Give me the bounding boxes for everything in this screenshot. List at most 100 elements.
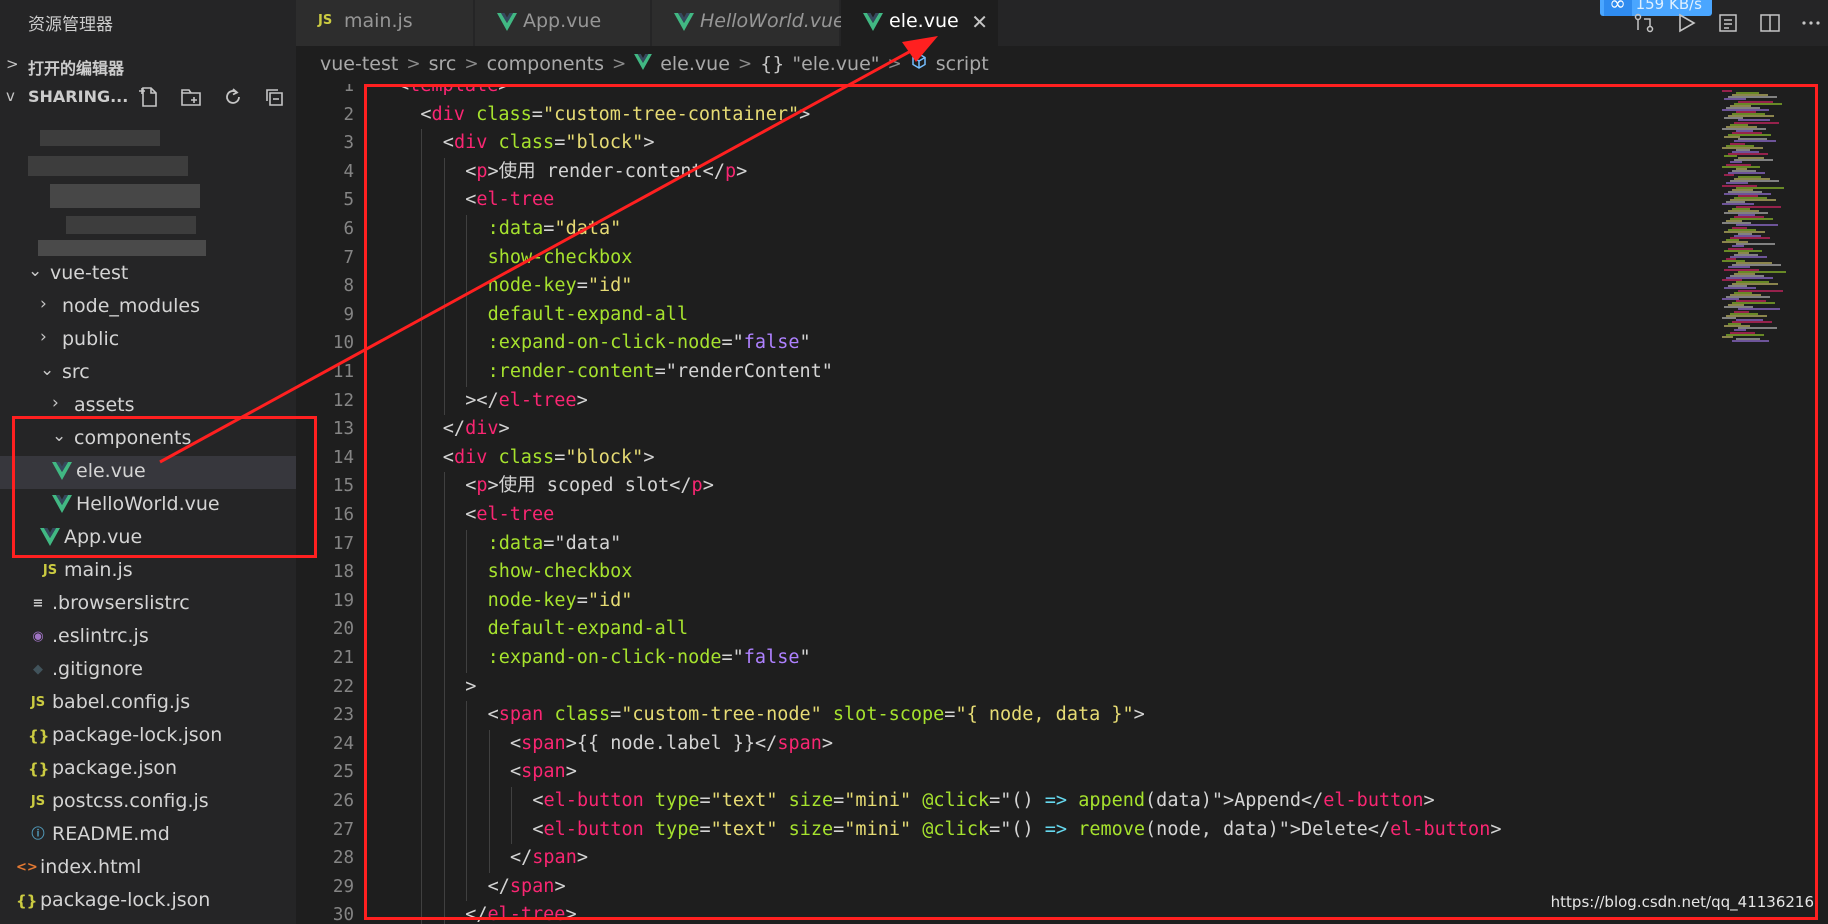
tree-item[interactable]: ≡ .browserslistrc: [0, 588, 296, 621]
tab-bar: JS main.js App.vue HelloWorld.vue ele.vu…: [296, 0, 1828, 46]
line-number: 1: [343, 84, 354, 96]
line-number: 29: [332, 876, 354, 897]
line-number: 30: [332, 905, 354, 924]
workspace-section[interactable]: v SHARING...: [0, 82, 296, 112]
annotation-rectangle-code: [364, 84, 1818, 920]
vue-file-icon: [634, 53, 653, 75]
file-tree: ⌄ vue-test › node_modules › public ⌄ src › assets…: [0, 258, 296, 918]
tree-item[interactable]: ◉ .eslintrc.js: [0, 621, 296, 654]
more-actions-icon[interactable]: [1800, 11, 1822, 35]
breadcrumb-last[interactable]: script: [936, 53, 989, 75]
breadcrumb-item[interactable]: vue-test: [320, 53, 398, 75]
tree-item-label: postcss.config.js: [52, 790, 209, 812]
tree-item[interactable]: JS postcss.config.js: [0, 786, 296, 819]
tab-label: ele.vue: [889, 10, 959, 32]
open-editors-label: 打开的编辑器: [28, 59, 125, 78]
tree-item[interactable]: JS main.js: [0, 555, 296, 588]
workspace-label: SHARING...: [28, 87, 129, 106]
tree-item[interactable]: ◆ .gitignore: [0, 654, 296, 687]
breadcrumb-item[interactable]: components: [487, 53, 604, 75]
line-number: 6: [343, 219, 354, 239]
breadcrumb-separator: >: [611, 53, 627, 74]
tree-item-label: .browserslistrc: [52, 592, 190, 614]
breadcrumb-item[interactable]: src: [429, 53, 457, 75]
tree-item[interactable]: JS babel.config.js: [0, 687, 296, 720]
tree-item[interactable]: <> index.html: [0, 852, 296, 885]
chevron-down-icon: ⌄: [28, 261, 43, 281]
line-number: 4: [343, 161, 354, 182]
tree-item-label: src: [62, 361, 90, 383]
info-file-icon: ⓘ: [31, 827, 45, 842]
tab-main-js[interactable]: JS main.js: [296, 0, 474, 46]
annotation-rectangle-tree: [12, 416, 317, 558]
breadcrumb-separator: >: [737, 53, 753, 74]
eslint-file-icon: ◉: [32, 629, 44, 644]
tab-app-vue[interactable]: App.vue: [475, 0, 651, 46]
source-control-compare-icon[interactable]: [1632, 11, 1656, 35]
tree-item-label: .gitignore: [52, 658, 143, 680]
tree-item-label: node_modules: [62, 295, 201, 317]
line-number: 21: [332, 648, 354, 668]
tree-item[interactable]: ⌄ src: [0, 357, 296, 390]
breadcrumb-separator: >: [464, 53, 479, 74]
chevron-right-icon: >: [6, 55, 19, 73]
new-file-icon[interactable]: [136, 85, 162, 109]
split-editor-icon[interactable]: [1758, 11, 1782, 35]
js-file-icon: JS: [42, 563, 58, 578]
js-file-icon: JS: [318, 13, 333, 28]
tree-item-label: package-lock.json: [40, 889, 211, 911]
line-number: 5: [343, 190, 354, 211]
tree-item[interactable]: › node_modules: [0, 291, 296, 324]
tree-item[interactable]: {} package-lock.json: [0, 720, 296, 753]
blurred-content: [18, 112, 218, 260]
tab-label: App.vue: [523, 10, 602, 32]
json-file-icon: {}: [28, 727, 50, 745]
open-preview-icon[interactable]: [1716, 11, 1740, 35]
line-number: 26: [332, 791, 354, 811]
tree-item[interactable]: ⓘ README.md: [0, 819, 296, 852]
breadcrumb-symbol[interactable]: "ele.vue": [792, 53, 879, 75]
refresh-icon[interactable]: [220, 85, 246, 109]
chevron-right-icon: ›: [52, 393, 59, 413]
breadcrumb-file[interactable]: ele.vue: [660, 53, 730, 75]
tree-item[interactable]: {} package-lock.json: [0, 885, 296, 918]
close-icon[interactable]: ✕: [971, 10, 988, 34]
chevron-right-icon: ›: [40, 294, 47, 314]
tab-helloworld-vue[interactable]: HelloWorld.vue: [652, 0, 845, 46]
open-editors-section[interactable]: > 打开的编辑器: [0, 50, 296, 80]
git-file-icon: ◆: [33, 662, 43, 677]
tree-item[interactable]: ⌄ vue-test: [0, 258, 296, 291]
tree-item-label: package.json: [52, 757, 178, 779]
config-file-icon: ≡: [32, 596, 44, 611]
vue-file-icon: [863, 13, 885, 33]
tab-label: main.js: [344, 10, 413, 32]
tab-ele-vue[interactable]: ele.vue ✕: [841, 0, 999, 46]
html-file-icon: <>: [16, 860, 38, 875]
json-file-icon: {}: [16, 892, 38, 910]
line-number: 23: [332, 705, 354, 726]
line-number: 2: [343, 104, 354, 125]
collapse-all-icon[interactable]: [262, 85, 288, 109]
tree-item-label: index.html: [40, 856, 142, 878]
tree-item-label: babel.config.js: [52, 691, 191, 713]
line-number: 3: [343, 133, 354, 154]
tree-item-label: README.md: [52, 823, 170, 845]
tree-item-label: .eslintrc.js: [52, 625, 149, 647]
json-file-icon: {}: [28, 760, 50, 778]
chevron-down-icon: ⌄: [40, 360, 55, 380]
js-file-icon: JS: [30, 794, 46, 809]
tree-item[interactable]: {} package.json: [0, 753, 296, 786]
line-number: 25: [332, 762, 354, 783]
vue-file-icon: [674, 13, 696, 33]
infinity-icon: ∞: [1603, 0, 1632, 16]
tree-item[interactable]: › public: [0, 324, 296, 357]
tree-item-label: assets: [74, 394, 135, 416]
line-number: 11: [332, 362, 354, 382]
braces-icon: {}: [760, 52, 785, 75]
line-number: 12: [332, 390, 354, 411]
tree-item-label: main.js: [64, 559, 133, 581]
new-folder-icon[interactable]: [178, 85, 204, 109]
chevron-down-icon: v: [6, 87, 15, 105]
run-icon[interactable]: [1674, 11, 1698, 35]
line-number: 10: [332, 333, 354, 354]
